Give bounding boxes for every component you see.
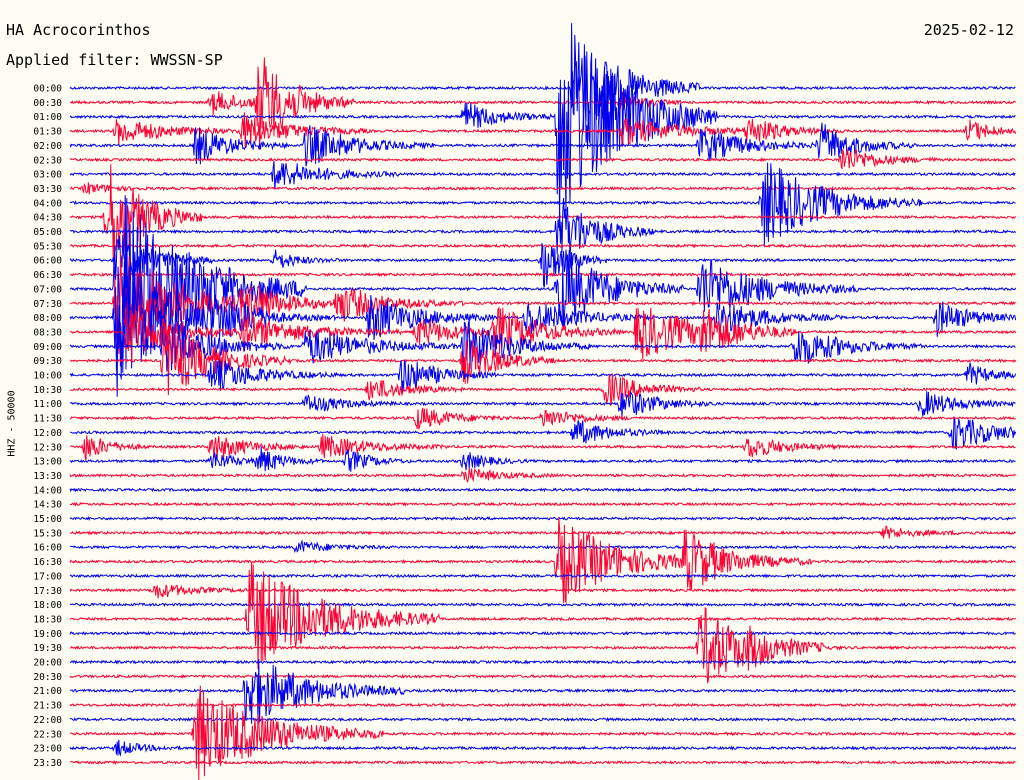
y-tick-label: 01:30 [33,127,62,138]
trace-line-1900 [69,630,1016,636]
y-tick-label: 07:30 [33,299,62,310]
trace-line-1800 [69,602,1016,608]
trace-line-2130 [69,702,1017,708]
y-tick-label: 20:00 [33,658,62,669]
trace-line-2030 [69,673,1017,679]
trace-line-1430 [69,501,1016,507]
y-tick-label: 22:30 [33,729,62,740]
y-tick-label: 09:00 [33,342,62,353]
y-tick-label: 04:00 [33,198,62,209]
y-tick-label: 02:00 [33,141,62,152]
trace-line-2000 [69,659,1017,665]
y-tick-label: 14:00 [33,485,62,496]
y-tick-label: 09:30 [33,356,62,367]
tick-labels-group: 00:00 00:30 01:00 01:30 02:00 02:30 03:00 03:30… [33,84,62,769]
y-tick-label: 08:00 [33,313,62,324]
y-tick-label: 19:00 [33,629,62,640]
y-tick-label: 22:00 [33,715,62,726]
y-tick-label: 04:30 [33,213,62,224]
trace-line-2330 [69,759,1016,766]
trace-line-1700 [69,573,1016,579]
y-tick-label: 03:00 [33,170,62,181]
trace-line-1830 [69,562,1016,670]
y-tick-label: 23:00 [33,744,62,755]
trace-line-1300 [69,446,1016,472]
y-tick-label: 06:30 [33,270,62,281]
trace-line-1600 [69,539,1017,554]
y-tick-label: 05:00 [33,227,62,238]
y-tick-label: 15:30 [33,528,62,539]
trace-line-1400 [69,487,1017,493]
trace-line-1330 [69,467,1016,483]
trace-line-1730 [69,584,1016,599]
trace-line-2300 [69,739,1017,757]
y-tick-label: 19:30 [33,643,62,654]
y-tick-label: 17:00 [33,571,62,582]
traces-group [69,23,1017,780]
y-tick-label: 03:30 [33,184,62,195]
y-tick-label: 12:30 [33,442,62,453]
y-tick-label: 10:00 [33,371,62,382]
trace-line-1530 [69,525,1017,539]
y-tick-label: 02:30 [33,155,62,166]
seismogram-plot: 00:00 00:30 01:00 01:30 02:00 02:30 03:00 03:30… [33,23,1017,780]
y-tick-label: 16:30 [33,557,62,568]
y-tick-label: 13:30 [33,471,62,482]
y-tick-label: 16:00 [33,543,62,554]
y-tick-label: 05:30 [33,241,62,252]
trace-line-0100 [69,23,1016,232]
y-tick-label: 07:00 [33,284,62,295]
y-tick-label: 17:30 [33,586,62,597]
trace-line-0300 [69,160,1016,190]
y-tick-label: 13:00 [33,457,62,468]
y-tick-label: 18:00 [33,600,62,611]
y-tick-label: 12:00 [33,428,62,439]
y-tick-label: 00:00 [33,84,62,95]
y-tick-label: 21:00 [33,686,62,697]
y-tick-label: 11:00 [33,399,62,410]
y-tick-label: 06:00 [33,256,62,267]
trace-line-1130 [69,407,1016,430]
y-tick-label: 20:30 [33,672,62,683]
trace-line-0330 [70,182,1016,195]
y-tick-label: 18:30 [33,614,62,625]
trace-line-1500 [69,516,1016,522]
y-tick-label: 11:30 [33,414,62,425]
helicorder-chart: HA Acrocorinthos 2025-02-12 Applied filt… [0,0,1024,780]
trace-line-2230 [69,685,1016,780]
trace-line-1230 [69,433,1016,461]
y-tick-label: 15:00 [33,514,62,525]
trace-line-1100 [69,391,1016,420]
y-tick-label: 10:30 [33,385,62,396]
y-tick-label: 23:30 [33,758,62,769]
y-tick-label: 01:00 [33,112,62,123]
y-tick-label: 00:30 [33,98,62,109]
y-tick-label: 21:30 [33,701,62,712]
trace-line-0700 [69,195,1017,397]
y-tick-label: 14:30 [33,500,62,511]
y-tick-label: 08:30 [33,327,62,338]
